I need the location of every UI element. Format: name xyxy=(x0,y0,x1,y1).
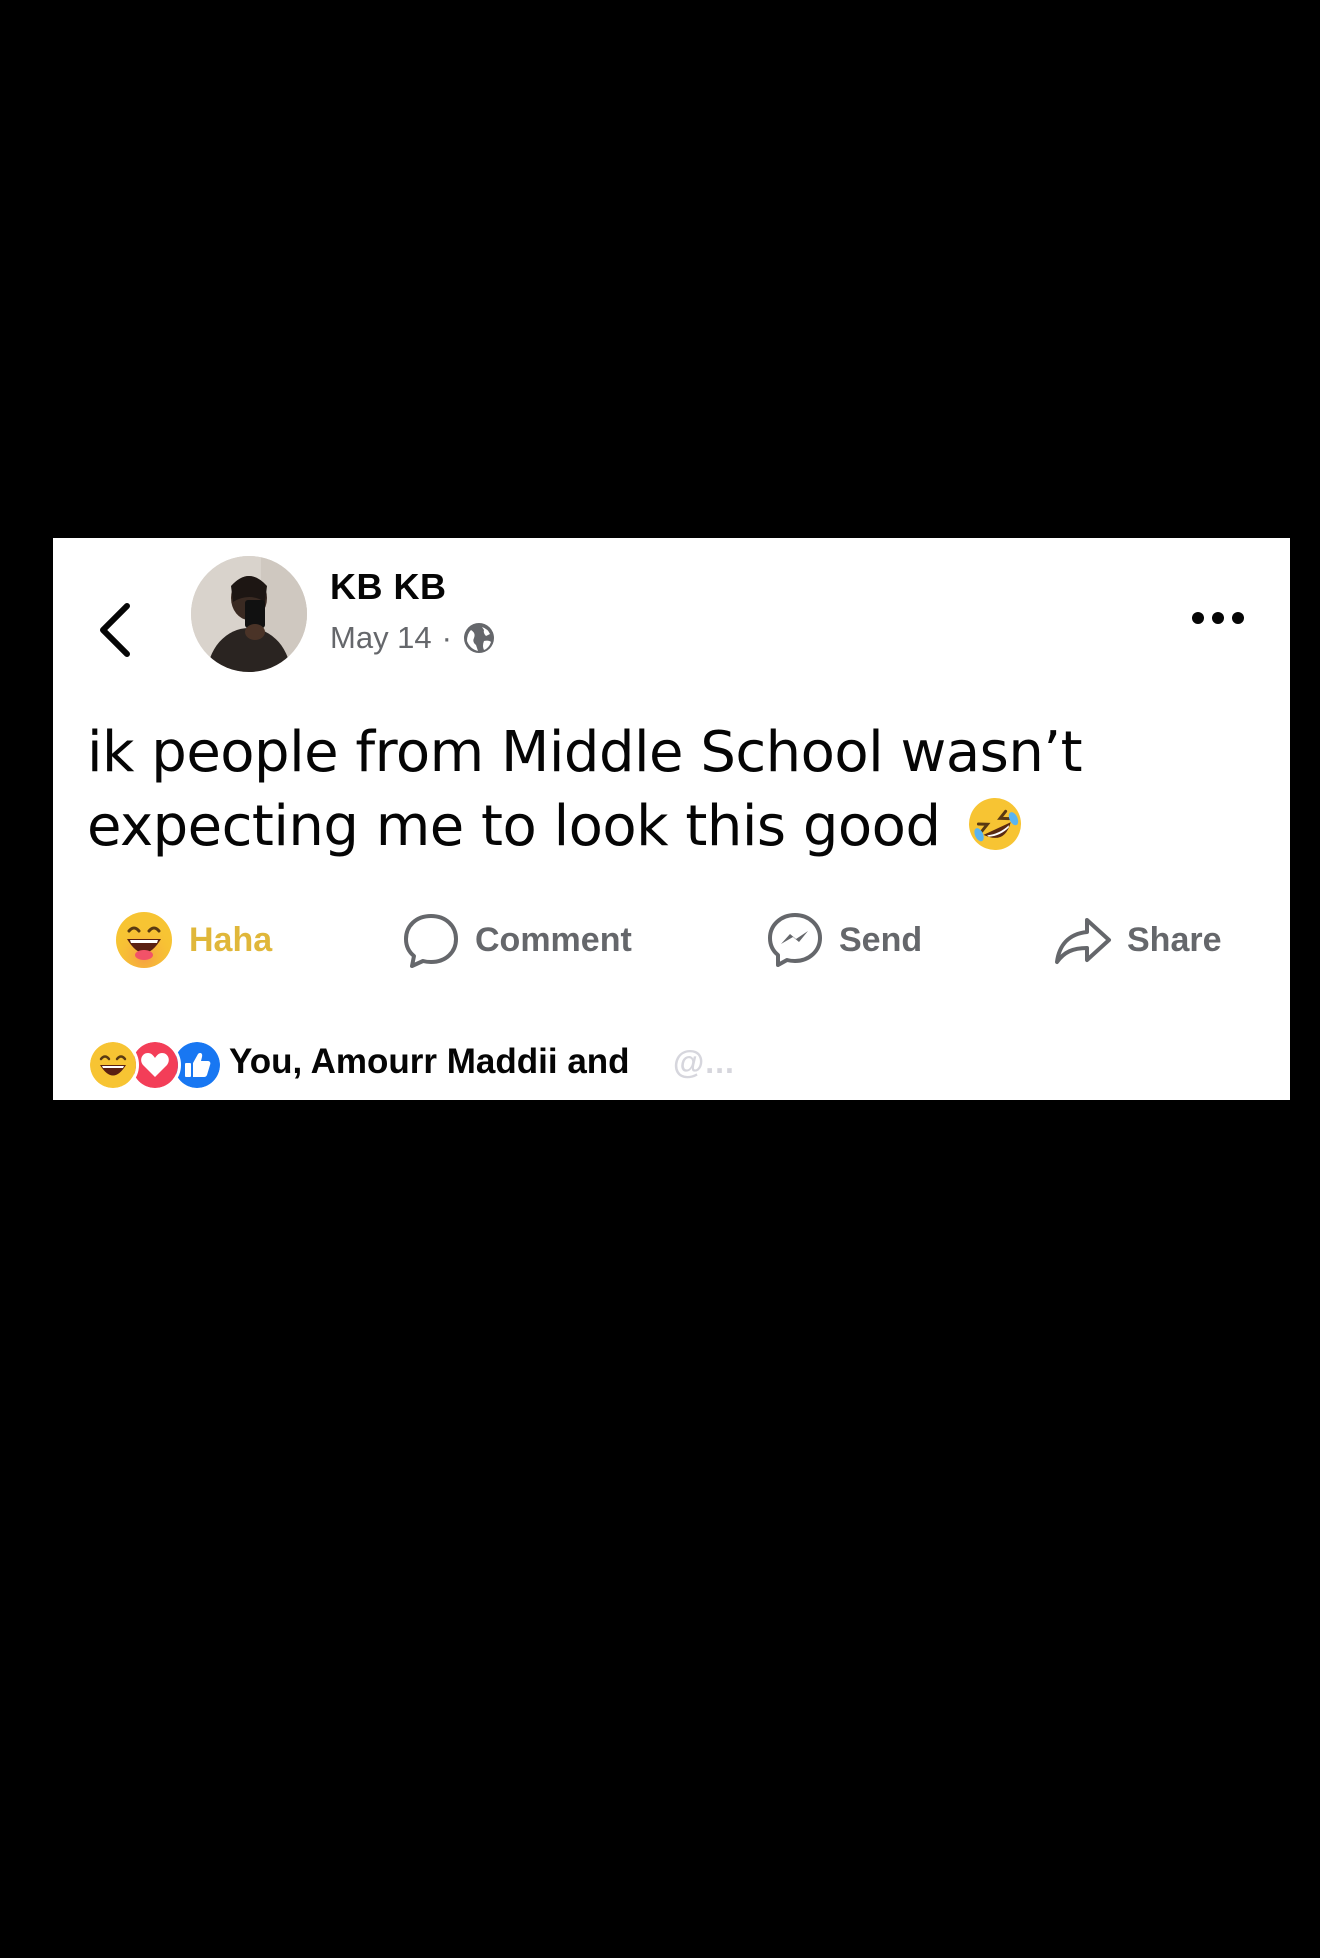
post-text: ik people from Middle School wasn’t expe… xyxy=(87,720,1083,859)
share-button[interactable]: Share xyxy=(1053,904,1222,976)
messenger-icon xyxy=(768,913,822,967)
post-actions: Haha Comment Send Share xyxy=(53,904,1290,976)
haha-label: Haha xyxy=(189,920,273,959)
send-button[interactable]: Send xyxy=(765,904,922,976)
post-meta: May 14 · xyxy=(330,620,496,656)
avatar[interactable] xyxy=(191,556,307,672)
comment-icon xyxy=(404,914,458,968)
rolling-on-floor-laughing-emoji xyxy=(968,798,1021,850)
globe-icon xyxy=(464,623,494,653)
post-date[interactable]: May 14 xyxy=(330,620,432,656)
back-button[interactable] xyxy=(91,598,145,662)
more-options-button[interactable] xyxy=(1188,598,1248,638)
post-card: KB KB May 14 · ik people from Middle Sch… xyxy=(53,538,1290,1100)
share-arrow-icon xyxy=(1055,918,1111,964)
post-body: ik people from Middle School wasn’t expe… xyxy=(87,716,1237,864)
reactions-summary[interactable]: You, Amourr Maddii and xyxy=(87,1032,630,1092)
comment-label: Comment xyxy=(475,920,632,959)
reaction-icons xyxy=(87,1036,227,1091)
author-name[interactable]: KB KB xyxy=(330,566,447,608)
haha-icon xyxy=(87,1039,139,1091)
chevron-left-icon xyxy=(100,603,130,657)
haha-button[interactable]: Haha xyxy=(113,904,272,976)
haha-icon xyxy=(116,912,172,968)
reactions-text: You, Amourr Maddii and xyxy=(229,1042,630,1081)
avatar-photo xyxy=(191,556,307,672)
screen: KB KB May 14 · ik people from Middle Sch… xyxy=(0,0,1320,1958)
send-label: Send xyxy=(839,920,923,959)
meta-separator: · xyxy=(441,620,452,655)
comment-button[interactable]: Comment xyxy=(401,904,632,976)
watermark: @... xyxy=(673,1044,735,1080)
share-label: Share xyxy=(1127,920,1222,959)
more-dots-icon xyxy=(1192,612,1244,624)
